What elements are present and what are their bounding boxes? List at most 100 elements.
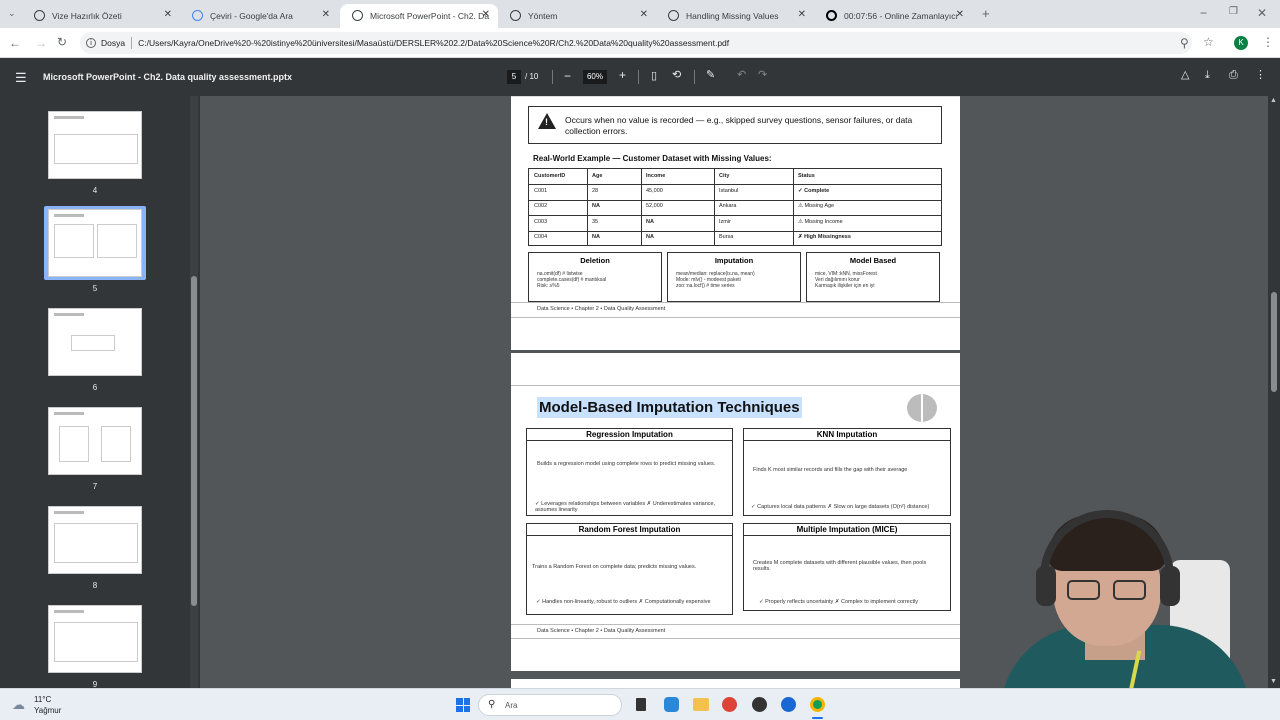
- viewer-scroll-thumb[interactable]: [1271, 292, 1277, 392]
- copilot-icon[interactable]: [664, 697, 679, 712]
- table-hline: [529, 231, 941, 232]
- table-hline: [529, 215, 941, 216]
- card-title: Multiple Imputation (MICE): [744, 524, 950, 536]
- table-header: Income: [646, 173, 666, 179]
- tab-yontem[interactable]: Yöntem ✕: [498, 4, 656, 28]
- table-cell: NA: [592, 234, 600, 240]
- headphones-band: [1040, 510, 1174, 580]
- tab-close-icon[interactable]: ✕: [164, 9, 172, 20]
- annotate-icon[interactable]: ✎: [706, 70, 715, 81]
- glasses-left: [1067, 580, 1100, 600]
- tab-search-chevron-icon[interactable]: ⌄: [8, 9, 16, 18]
- tab-close-icon[interactable]: ✕: [956, 9, 964, 20]
- tab-close-icon[interactable]: ✕: [798, 9, 806, 20]
- undo-icon[interactable]: ↶: [737, 70, 746, 81]
- pdf-toolbar: ☰ Microsoft PowerPoint - Ch2. Data quali…: [0, 58, 1280, 96]
- box-line: zoo::na.locf() # time series: [676, 283, 735, 289]
- bookmark-star-icon[interactable]: ☆: [1203, 36, 1214, 48]
- table-cell: ✓ Complete: [798, 188, 830, 194]
- thumbnail-number: 4: [92, 186, 98, 195]
- thumbnail-page-6[interactable]: [48, 308, 142, 376]
- sidebar-menu-icon[interactable]: ☰: [15, 71, 27, 84]
- tab-favicon-icon: [352, 10, 363, 21]
- card-description: Creates M complete datasets with differe…: [753, 560, 927, 572]
- weather-condition[interactable]: Yağmur: [34, 706, 61, 715]
- task-view-icon[interactable]: [636, 698, 646, 711]
- box-line: Risk: ≥%5: [537, 283, 560, 289]
- print-icon[interactable]: ⎙: [1229, 70, 1238, 81]
- tab-close-icon[interactable]: ✕: [640, 9, 648, 20]
- fit-page-icon[interactable]: ▯: [651, 71, 657, 82]
- footer-line: [511, 624, 960, 625]
- zoom-out-icon[interactable]: −: [564, 70, 571, 82]
- table-cell: ⚠ Missing Age: [798, 203, 835, 209]
- tab-timer[interactable]: 00:07:56 - Online Zamanlayıcı ✕: [814, 4, 972, 28]
- app-icon[interactable]: [752, 697, 767, 712]
- chrome-icon[interactable]: [810, 697, 825, 712]
- card-random-forest-imputation: Random Forest Imputation Trains a Random…: [526, 523, 733, 615]
- tab-ceviri[interactable]: Çeviri - Google'da Ara ✕: [180, 4, 338, 28]
- table-title: Real-World Example — Customer Dataset wi…: [533, 154, 772, 163]
- thumbnail-page-5[interactable]: [48, 209, 142, 277]
- download-icon[interactable]: ⤓: [1205, 70, 1210, 81]
- minimize-icon[interactable]: −: [1200, 7, 1207, 19]
- table-cell: NA: [592, 203, 600, 209]
- chrome-profile-icon[interactable]: [722, 697, 737, 712]
- headphones-ear: [1036, 566, 1056, 606]
- pdf-more-icon[interactable]: ⋮: [1255, 70, 1266, 81]
- slide-title: Model-Based Imputation Techniques: [537, 397, 802, 418]
- restore-icon[interactable]: ❐: [1229, 7, 1238, 17]
- table-cell: 28: [592, 188, 599, 194]
- taskbar-search[interactable]: ⚲ Ara: [478, 694, 622, 716]
- table-cell: Bursa: [719, 234, 734, 240]
- weather-temp[interactable]: 11°C: [34, 695, 51, 704]
- thumb-title: [54, 412, 84, 415]
- thumbnail-page-9[interactable]: [48, 605, 142, 673]
- start-tile: [456, 705, 463, 712]
- close-window-icon[interactable]: ✕: [1257, 7, 1267, 19]
- tab-powerpoint-pdf[interactable]: Microsoft PowerPoint - Ch2. Da ✕: [340, 4, 498, 28]
- tab-label: 00:07:56 - Online Zamanlayıcı: [844, 11, 958, 21]
- redo-icon[interactable]: ↷: [758, 70, 767, 81]
- tab-close-icon[interactable]: ✕: [322, 9, 330, 20]
- card-pros-cons: ✓ Properly reflects uncertainty ✗ Comple…: [759, 599, 918, 605]
- scroll-up-icon[interactable]: ▲: [1270, 97, 1277, 104]
- url-field[interactable]: i Dosya C:/Users/Kayra/OneDrive%20-%20is…: [80, 32, 1192, 54]
- tab-handling-missing[interactable]: Handling Missing Values ✕: [656, 4, 814, 28]
- table-vline: [641, 169, 642, 245]
- tab-close-icon[interactable]: ✕: [482, 9, 490, 20]
- info-icon[interactable]: i: [86, 38, 96, 48]
- browser-menu-icon[interactable]: ⋮: [1262, 36, 1274, 48]
- footer-line: [511, 302, 960, 303]
- thumbnail-page-7[interactable]: [48, 407, 142, 475]
- card-description: Builds a regression model using complete…: [537, 461, 716, 467]
- drive-icon[interactable]: △: [1181, 70, 1189, 81]
- zoom-in-icon[interactable]: +: [619, 69, 626, 81]
- thumbnail-page-8[interactable]: [48, 506, 142, 574]
- new-tab-icon[interactable]: +: [982, 7, 990, 20]
- start-tile: [456, 698, 463, 705]
- table-cell: ⚠ Missing Income: [798, 219, 843, 225]
- forward-icon[interactable]: →: [35, 37, 47, 49]
- site-label: Dosya: [101, 38, 126, 48]
- reload-icon[interactable]: ↻: [57, 36, 67, 48]
- sidebar-scroll-thumb[interactable]: [191, 276, 197, 606]
- box-body: mean/median: replace(is.na, mean) Mode: …: [676, 271, 792, 289]
- file-explorer-icon[interactable]: [693, 698, 709, 711]
- browser-icon[interactable]: [781, 697, 796, 712]
- toolbar-divider: [694, 70, 695, 84]
- search-icon: ⚲: [488, 699, 496, 710]
- thumbnail-page-4[interactable]: [48, 111, 142, 179]
- tab-favicon-icon: [510, 10, 521, 21]
- tab-vize[interactable]: Vize Hazırlık Özeti ✕: [22, 4, 180, 28]
- zoom-level-input[interactable]: 60%: [583, 70, 607, 84]
- zoom-icon[interactable]: ⚲: [1180, 37, 1189, 49]
- start-tile: [463, 705, 470, 712]
- back-icon[interactable]: ←: [9, 37, 21, 49]
- windows-start-icon[interactable]: [456, 698, 470, 712]
- rotate-icon[interactable]: ⟲: [672, 70, 681, 81]
- page-number-input[interactable]: 5: [507, 70, 521, 84]
- profile-avatar[interactable]: K: [1234, 36, 1248, 50]
- card-title: KNN Imputation: [744, 429, 950, 441]
- tab-label: Çeviri - Google'da Ara: [210, 11, 293, 21]
